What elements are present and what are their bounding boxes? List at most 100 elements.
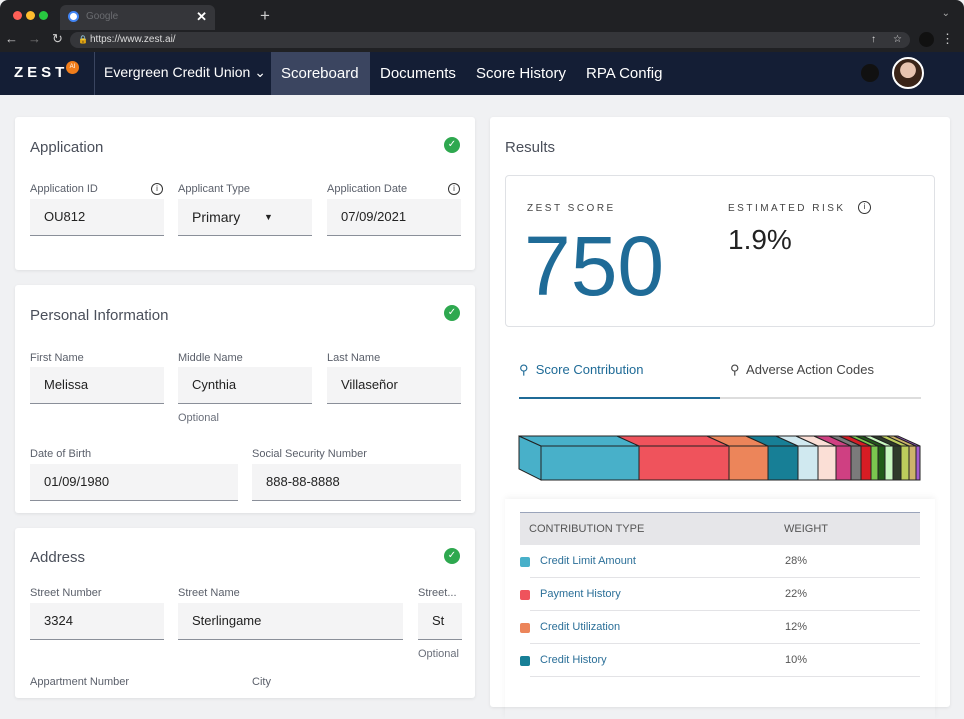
bar-segment[interactable]: [767, 445, 799, 481]
hint: Optional: [418, 648, 459, 660]
maximize-window-icon[interactable]: [39, 11, 48, 20]
table-row[interactable]: Credit History 10%: [505, 644, 920, 677]
notification-icon[interactable]: [861, 64, 879, 82]
weight: 22%: [785, 588, 808, 600]
score-box: ZEST SCORE 750 ESTIMATED RISK i 1.9%: [505, 175, 935, 327]
bar-segment[interactable]: [797, 445, 819, 481]
org-name: Evergreen Credit Union: [104, 64, 251, 80]
google-icon: [68, 11, 79, 22]
bar-segment[interactable]: [728, 445, 769, 481]
label: First Name: [30, 352, 84, 364]
bar-segment[interactable]: [892, 445, 902, 481]
first-name-field[interactable]: Melissa: [30, 367, 164, 404]
bar-segment[interactable]: [540, 445, 640, 481]
nav-score-history[interactable]: Score History: [466, 52, 576, 95]
lightbulb-icon: ⚲: [730, 362, 740, 377]
label: Application ID: [30, 183, 98, 195]
url-bar[interactable]: 🔒 https://www.zest.ai/ ↑ ☆: [70, 32, 910, 48]
dropdown-caret-icon: ▼: [264, 212, 273, 222]
label: Social Security Number: [252, 448, 367, 460]
info-icon[interactable]: i: [151, 183, 163, 195]
bar-segment[interactable]: [915, 445, 921, 481]
application-date-field[interactable]: 07/09/2021: [327, 199, 461, 236]
street-number-field[interactable]: 3324: [30, 603, 164, 640]
table-row[interactable]: Credit Limit Amount 28%: [505, 545, 920, 578]
last-name-field[interactable]: Villaseñor: [327, 367, 461, 404]
logo-badge: AI: [66, 61, 79, 74]
street-name-field[interactable]: Sterlingame: [178, 603, 403, 640]
weight: 10%: [785, 654, 808, 666]
bar-segment[interactable]: [638, 445, 730, 481]
color-swatch: [520, 557, 530, 567]
ssn-field[interactable]: 888-88-8888: [252, 464, 461, 501]
tab-score-contribution[interactable]: ⚲ Score Contribution: [519, 362, 720, 399]
menu-icon[interactable]: ⋮: [941, 31, 954, 47]
lightbulb-icon: ⚲: [519, 362, 529, 377]
minimize-window-icon[interactable]: [26, 11, 35, 20]
info-icon[interactable]: i: [858, 201, 871, 214]
tab-label: Adverse Action Codes: [746, 362, 874, 377]
label: Date of Birth: [30, 448, 92, 460]
zest-score: 750: [524, 219, 665, 313]
bar-segment[interactable]: [835, 445, 852, 481]
column-header[interactable]: CONTRIBUTION TYPE: [529, 513, 644, 546]
bar-segment[interactable]: [860, 445, 872, 481]
back-icon[interactable]: ←: [5, 31, 18, 46]
risk-label: ESTIMATED RISK: [728, 203, 846, 214]
bar-segment[interactable]: [884, 445, 894, 481]
contribution-link[interactable]: Credit Limit Amount: [540, 545, 636, 578]
address-card: Address ✓ Street Number 3324 Street Name…: [15, 528, 475, 698]
table-row[interactable]: Credit Utilization 12%: [505, 611, 920, 644]
dob-field[interactable]: 01/09/1980: [30, 464, 238, 501]
divider: [94, 52, 95, 95]
tab-title: Google: [86, 11, 119, 22]
lock-icon: 🔒: [78, 35, 88, 44]
bar-segment[interactable]: [900, 445, 910, 481]
contribution-link[interactable]: Credit Utilization: [540, 611, 620, 644]
weight: 12%: [785, 621, 808, 633]
table-header: CONTRIBUTION TYPE WEIGHT: [520, 512, 920, 545]
label: City: [252, 676, 271, 688]
share-icon[interactable]: ↑: [871, 32, 876, 48]
browser-chrome: Google ✕ + ⌄ ← → ↻ 🔒 https://www.zest.ai/ ↑…: [0, 0, 964, 52]
nav-rpa-config[interactable]: RPA Config: [576, 52, 672, 95]
contribution-link[interactable]: Payment History: [540, 578, 621, 611]
new-tab-icon[interactable]: +: [260, 6, 270, 26]
avatar[interactable]: [892, 57, 924, 89]
bar-segment[interactable]: [877, 445, 886, 481]
chevron-down-icon[interactable]: ⌄: [942, 8, 950, 19]
close-window-icon[interactable]: [13, 11, 22, 20]
tab-adverse-action-codes[interactable]: ⚲ Adverse Action Codes: [720, 362, 921, 399]
middle-name-field[interactable]: Cynthia: [178, 367, 312, 404]
contribution-link[interactable]: Credit History: [540, 644, 607, 677]
application-id-field[interactable]: OU812: [30, 199, 164, 236]
card-title: Results: [505, 139, 556, 156]
applicant-type-select[interactable]: Primary ▼: [178, 199, 312, 236]
column-header[interactable]: WEIGHT: [784, 513, 828, 546]
profile-icon[interactable]: [919, 32, 934, 47]
nav-documents[interactable]: Documents: [370, 52, 466, 95]
bar-segment[interactable]: [817, 445, 837, 481]
star-icon[interactable]: ☆: [893, 32, 902, 48]
browser-tab[interactable]: Google ✕: [60, 5, 215, 30]
street-suffix-field[interactable]: St: [418, 603, 462, 640]
card-title: Personal Information: [30, 307, 169, 324]
nav-scoreboard[interactable]: Scoreboard: [271, 52, 370, 95]
check-icon: ✓: [444, 305, 460, 321]
contribution-bar-chart: [518, 435, 921, 481]
color-swatch: [520, 623, 530, 633]
application-card: Application ✓ Application ID i OU812 App…: [15, 117, 475, 270]
bar-segment[interactable]: [908, 445, 917, 481]
chevron-down-icon: ⌄: [254, 64, 266, 80]
tab-label: Score Contribution: [535, 362, 644, 377]
bar-segment[interactable]: [850, 445, 862, 481]
info-icon[interactable]: i: [448, 183, 460, 195]
logo[interactable]: ZEST: [14, 64, 68, 81]
bar-segment[interactable]: [870, 445, 879, 481]
url-text: https://www.zest.ai/: [90, 34, 176, 45]
forward-icon[interactable]: →: [28, 31, 41, 46]
org-selector[interactable]: Evergreen Credit Union ⌄: [104, 64, 266, 81]
reload-icon[interactable]: ↻: [52, 31, 63, 47]
table-row[interactable]: Payment History 22%: [505, 578, 920, 611]
close-tab-icon[interactable]: ✕: [196, 9, 207, 25]
